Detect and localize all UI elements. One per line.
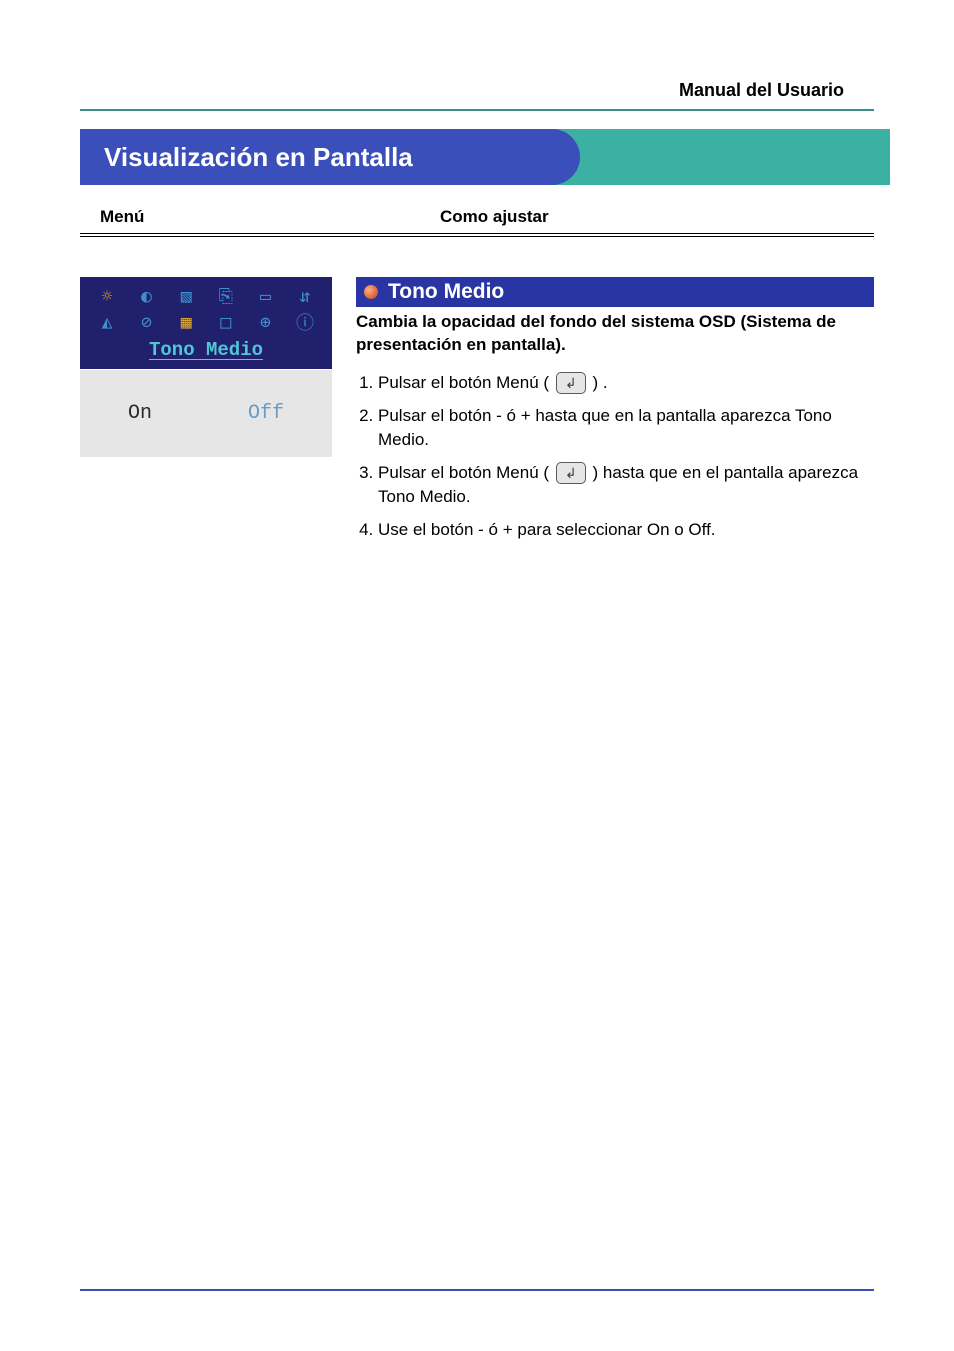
header-divider (80, 109, 874, 111)
section-description: Cambia la opacidad del fondo del sistema… (356, 311, 874, 357)
menu-button-icon: ↲ (556, 372, 586, 394)
osd-zoom-icon: ⊕ (250, 311, 280, 333)
title-accent-overlap (510, 129, 580, 185)
osd-option-on: On (128, 402, 152, 425)
osd-contrast-icon: ◐ (132, 285, 162, 307)
column-header-menu: Menú (100, 207, 440, 227)
step-1-text-post: ) . (588, 373, 608, 392)
osd-info-icon: ⓘ (290, 311, 320, 333)
osd-recall-icon: ⊘ (132, 311, 162, 333)
section-title: Tono Medio (388, 280, 504, 304)
page-title-bar: Visualización en Pantalla (80, 129, 526, 185)
osd-brightness-icon: ☼ (92, 285, 122, 307)
step-3-text-pre: Pulsar el botón Menú ( (378, 463, 554, 482)
osd-trapezoid-icon: ▧ (171, 285, 201, 307)
osd-screenshot: ☼ ◐ ▧ ⎘ ▭ ⇵ ◭ ⊘ ▦ □ ⊕ ⓘ Tono Medio (80, 277, 332, 551)
osd-icon-grid: ☼ ◐ ▧ ⎘ ▭ ⇵ ◭ ⊘ ▦ □ ⊕ ⓘ Tono Medio (80, 277, 332, 369)
osd-geometry-icon: ◭ (92, 311, 122, 333)
column-header-rule (80, 233, 874, 237)
osd-exit-icon: ⇵ (290, 285, 320, 307)
instructions-panel: Tono Medio Cambia la opacidad del fondo … (356, 277, 874, 551)
menu-button-icon: ↲ (556, 462, 586, 484)
step-4-text: Use el botón - ó + para seleccionar On o… (378, 520, 716, 539)
step-3: Pulsar el botón Menú ( ↲ ) hasta que en … (378, 461, 874, 510)
column-headers: Menú Como ajustar (80, 207, 874, 227)
osd-size-icon: ▭ (250, 285, 280, 307)
step-1: Pulsar el botón Menú ( ↲ ) . (378, 371, 874, 396)
section-title-band: Tono Medio (356, 277, 874, 307)
column-header-adjust: Como ajustar (440, 207, 549, 227)
step-2-text: Pulsar el botón - ó + hasta que en la pa… (378, 406, 832, 450)
osd-position-icon: □ (211, 311, 241, 333)
footer-divider (80, 1289, 874, 1291)
page-title-band: Visualización en Pantalla (80, 129, 874, 185)
step-4: Use el botón - ó + para seleccionar On o… (378, 518, 874, 543)
section-bullet-icon (364, 285, 378, 299)
step-1-text-pre: Pulsar el botón Menú ( (378, 373, 554, 392)
page-title: Visualización en Pantalla (104, 142, 413, 173)
osd-current-menu-label: Tono Medio (88, 339, 324, 361)
page-header: Manual del Usuario (80, 80, 874, 111)
osd-halftone-icon: ▦ (171, 311, 201, 333)
osd-option-off: Off (248, 402, 284, 425)
step-2: Pulsar el botón - ó + hasta que en la pa… (378, 404, 874, 453)
osd-options-panel: On Off (80, 369, 332, 457)
manual-title: Manual del Usuario (80, 80, 874, 101)
steps-list: Pulsar el botón Menú ( ↲ ) . Pulsar el b… (356, 371, 874, 543)
osd-parallelogram-icon: ⎘ (211, 285, 241, 307)
